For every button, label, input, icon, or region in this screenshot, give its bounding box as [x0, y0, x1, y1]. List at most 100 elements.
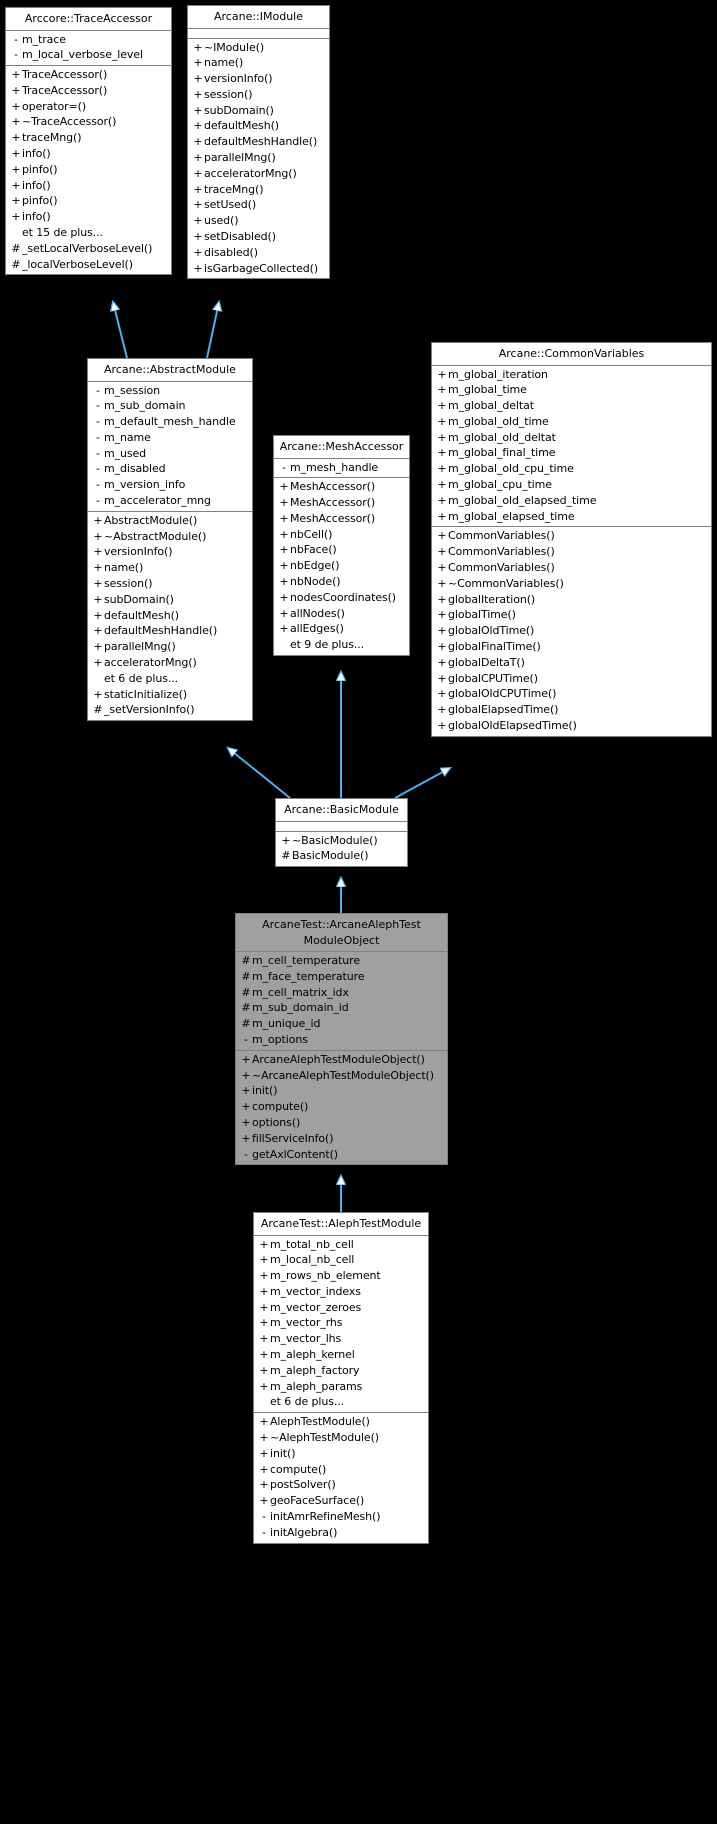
member-visibility: +	[437, 478, 447, 492]
class-member-row: +parallelMng()	[188, 150, 329, 166]
member-visibility: -	[96, 494, 100, 508]
class-member-row: - m_sub_domain	[88, 398, 252, 414]
member-visibility: +	[11, 68, 21, 82]
class-member-row: +globalIteration()	[432, 592, 711, 608]
member-visibility: +	[241, 1068, 251, 1082]
member-label: MeshAccessor()	[290, 480, 376, 494]
class-box-mesh-accessor[interactable]: Arcane::MeshAccessor - m_mesh_handle +Mes…	[273, 435, 410, 657]
member-visibility: +	[437, 655, 447, 669]
member-label: operator=()	[22, 99, 87, 113]
member-visibility: +	[437, 608, 447, 622]
member-visibility: +	[11, 131, 21, 145]
class-member-row: +compute()	[254, 1462, 428, 1478]
member-label: m_global_old_elapsed_time	[448, 493, 597, 507]
class-member-row: +defaultMesh()	[88, 608, 252, 624]
member-label: compute()	[270, 1462, 327, 1476]
member-label: info()	[22, 210, 51, 224]
class-member-row: +m_global_cpu_time	[432, 477, 711, 493]
class-member-row: #_setVersionInfo()	[88, 702, 252, 718]
class-member-row: +info()	[6, 146, 171, 162]
member-visibility: +	[437, 367, 447, 381]
attributes-section	[188, 29, 329, 39]
member-visibility: +	[93, 640, 103, 654]
class-member-row: +staticInitialize()	[88, 687, 252, 703]
member-label: pinfo()	[22, 162, 58, 176]
member-visibility: +	[193, 261, 203, 275]
member-label: m_cell_matrix_idx	[252, 985, 349, 999]
member-label: m_accelerator_mng	[104, 494, 211, 508]
member-visibility: +	[437, 383, 447, 397]
class-member-row: +name()	[188, 55, 329, 71]
member-label: globalElapsedTime()	[448, 703, 559, 717]
operations-section: +AbstractModule() +~AbstractModule() +vers…	[88, 512, 252, 720]
member-visibility: #	[281, 849, 291, 863]
class-box-trace-accessor[interactable]: Arccore::TraceAccessor - m_trace - m_local_…	[5, 7, 172, 276]
member-label: globalOldCPUTime()	[448, 687, 557, 701]
class-box-abstract-module[interactable]: Arcane::AbstractModule - m_session - m_sub_…	[87, 358, 253, 722]
class-member-row: +m_local_nb_cell	[254, 1252, 428, 1268]
member-visibility: +	[92, 671, 104, 687]
member-visibility: +	[259, 1300, 269, 1314]
class-member-row: +m_rows_nb_element	[254, 1268, 428, 1284]
class-member-row: +used()	[188, 213, 329, 229]
member-label: nbCell()	[290, 527, 333, 541]
class-title: Arcane::AbstractModule	[88, 359, 252, 382]
attributes-section: - m_mesh_handle	[274, 459, 409, 479]
class-box-imodule[interactable]: Arcane::IModule +~IModule() +name() +versi…	[187, 5, 330, 280]
class-member-row: +~BasicModule()	[276, 833, 407, 849]
member-label: ~ArcaneAlephTestModuleObject()	[252, 1068, 434, 1082]
class-member-row: +m_global_old_elapsed_time	[432, 493, 711, 509]
class-box-basic-module[interactable]: Arcane::BasicModule +~BasicModule() #Basi…	[275, 798, 408, 868]
member-label: m_global_iteration	[448, 367, 548, 381]
member-visibility: +	[11, 83, 21, 97]
member-label: et 15 de plus...	[22, 226, 103, 240]
member-visibility: +	[437, 493, 447, 507]
class-box-common-variables[interactable]: Arcane::CommonVariables +m_global_iterat…	[431, 342, 712, 737]
class-member-row: +AbstractModule()	[88, 513, 252, 529]
class-member-row: +init()	[254, 1446, 428, 1462]
member-label: nbFace()	[290, 543, 337, 557]
member-label: m_vector_indexs	[270, 1284, 361, 1298]
member-label: TraceAccessor()	[22, 68, 108, 82]
attributes-section: #m_cell_temperature #m_face_temperature #m…	[236, 952, 447, 1051]
class-member-row: #_setLocalVerboseLevel()	[6, 241, 171, 257]
member-label: defaultMesh()	[204, 119, 279, 133]
member-label: name()	[104, 561, 144, 575]
member-visibility: +	[437, 703, 447, 717]
class-member-row: +et 6 de plus...	[254, 1394, 428, 1410]
class-member-row: +subDomain()	[188, 103, 329, 119]
member-label: parallelMng()	[204, 151, 276, 165]
class-member-row: +CommonVariables()	[432, 560, 711, 576]
class-member-row: +versionInfo()	[88, 544, 252, 560]
member-label: m_disabled	[104, 462, 166, 476]
class-box-aleph-test-module[interactable]: ArcaneTest::AlephTestModule +m_total_nb_…	[253, 1212, 429, 1544]
class-box-arcane-aleph-test-module-object[interactable]: ArcaneTest::ArcaneAlephTest ModuleObject…	[235, 913, 448, 1166]
class-member-row: +ArcaneAlephTestModuleObject()	[236, 1052, 447, 1068]
member-visibility: +	[259, 1316, 269, 1330]
class-member-row: +name()	[88, 560, 252, 576]
member-label: m_local_nb_cell	[270, 1253, 355, 1267]
class-member-row: +MeshAccessor()	[274, 511, 409, 527]
member-visibility: +	[259, 1269, 269, 1283]
member-label: nodesCoordinates()	[290, 590, 396, 604]
member-label: ArcaneAlephTestModuleObject()	[252, 1052, 425, 1066]
member-label: _setLocalVerboseLevel()	[22, 241, 153, 255]
class-member-row: +nbFace()	[274, 542, 409, 558]
operations-section: +~IModule() +name() +versionInfo() +session…	[188, 39, 329, 279]
uml-class-diagram: Arccore::TraceAccessor - m_trace - m_local_…	[0, 0, 717, 1824]
class-member-row: #BasicModule()	[276, 848, 407, 864]
member-label: compute()	[252, 1100, 309, 1114]
class-member-row: +m_aleph_factory	[254, 1363, 428, 1379]
member-visibility: +	[259, 1332, 269, 1346]
class-member-row: +globalDeltaT()	[432, 655, 711, 671]
class-member-row: +setUsed()	[188, 197, 329, 213]
member-visibility: +	[437, 576, 447, 590]
class-member-row: +~AlephTestModule()	[254, 1430, 428, 1446]
member-visibility: +	[437, 446, 447, 460]
attributes-section: - m_session - m_sub_domain - m_default_mesh_h…	[88, 382, 252, 512]
class-member-row: +isGarbageCollected()	[188, 261, 329, 277]
member-visibility: +	[241, 1084, 251, 1098]
member-label: globalDeltaT()	[448, 655, 525, 669]
member-visibility: +	[259, 1348, 269, 1362]
member-label: m_cell_temperature	[252, 954, 360, 967]
